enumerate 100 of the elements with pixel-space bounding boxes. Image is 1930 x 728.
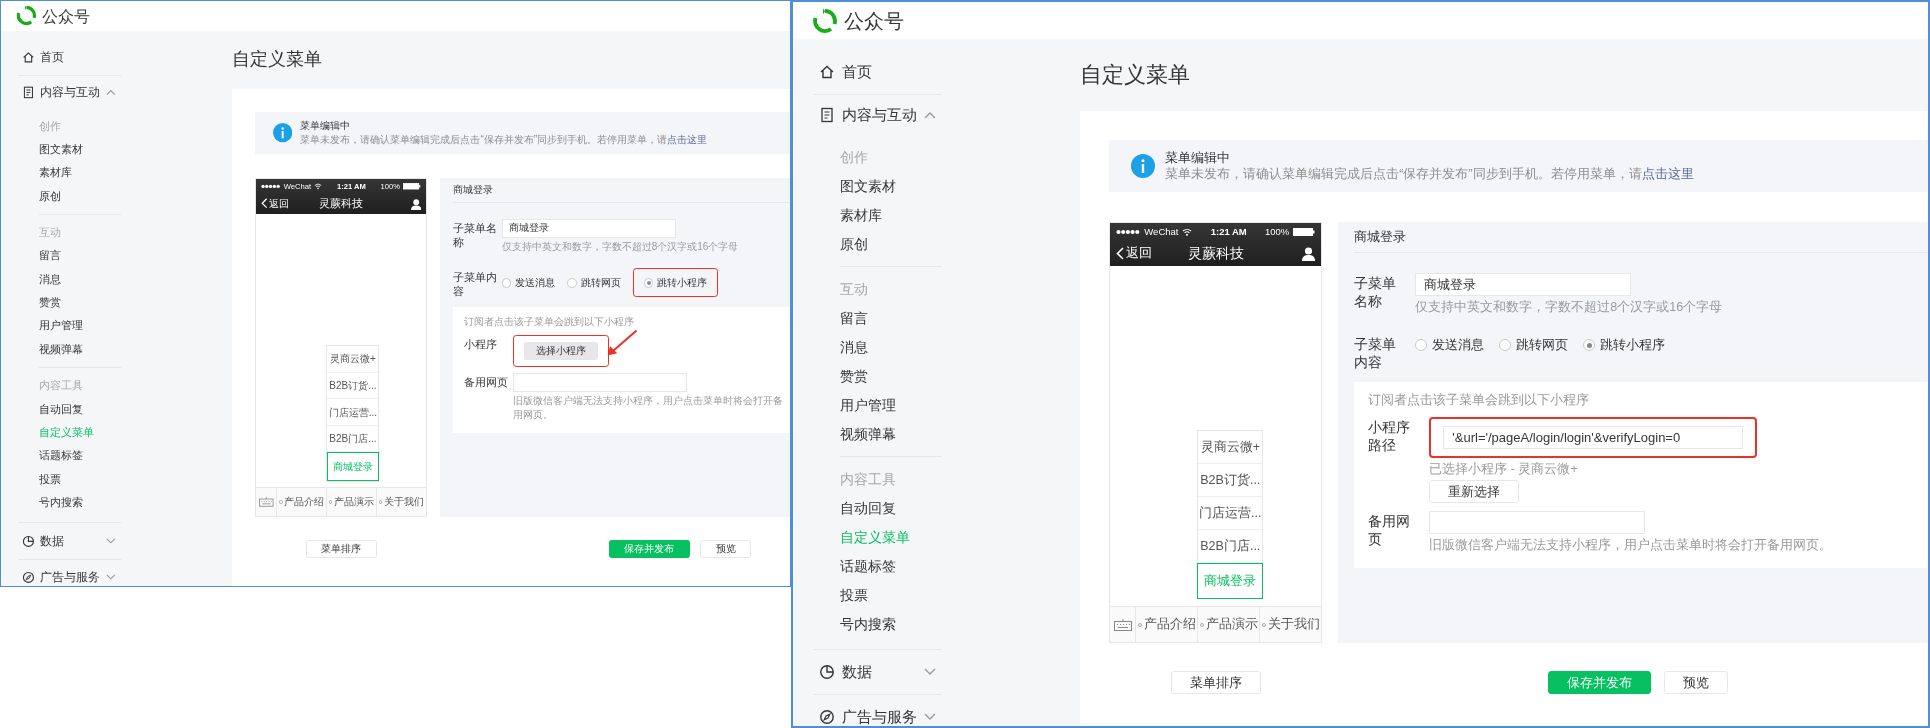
notice-title: 菜单编辑中 [1165, 149, 1232, 166]
radio-circle[interactable] [567, 277, 578, 288]
sidebar-item[interactable]: 号内搜索 [38, 490, 121, 515]
menu-tab[interactable]: 关于我们 [1260, 607, 1322, 642]
radio-option[interactable]: 跳转网页 [1499, 335, 1569, 355]
sidebar-item[interactable]: 话题标签 [38, 444, 121, 468]
sidebar-item[interactable]: 赞赏 [840, 362, 943, 391]
menu-tab[interactable]: 产品演示 [327, 488, 376, 516]
clock-text: 1:21 AM [1210, 224, 1247, 239]
chevron-left-icon [261, 198, 268, 209]
info-icon [273, 123, 293, 143]
sidebar-item[interactable]: 消息 [840, 333, 943, 362]
radio-circle[interactable] [1415, 339, 1428, 351]
notice-link[interactable]: 点击这里 [667, 134, 708, 145]
sort-button[interactable]: 菜单排序 [305, 539, 377, 558]
submenu-item[interactable]: B2B订货... [1198, 464, 1263, 497]
field-label: 小程序路径 [1368, 419, 1412, 455]
sidebar-item[interactable]: 消息 [38, 267, 121, 292]
submenu-item[interactable]: 门店运营... [327, 399, 379, 426]
keyboard-icon [259, 497, 274, 507]
reselect-button[interactable]: 重新选择 [1429, 480, 1520, 503]
field-label: 子菜单内容 [1354, 336, 1398, 372]
sidebar-item[interactable]: 赞赏 [38, 291, 121, 315]
sidebar-item[interactable]: 投票 [840, 581, 943, 610]
radio-circle[interactable] [1499, 339, 1512, 351]
sidebar-item[interactable]: 自动回复 [840, 494, 943, 523]
account-name: 灵蕨科技 [1187, 244, 1244, 263]
radio-option[interactable]: 发送消息 [501, 274, 556, 291]
radio-circle[interactable] [1583, 339, 1596, 351]
sidebar-item[interactable]: 广告与服务 [17, 559, 121, 586]
radio-option[interactable]: 跳转小程序 [643, 274, 708, 291]
pie-chart-icon [21, 534, 35, 548]
sidebar-item[interactable]: 用户管理 [840, 391, 943, 420]
submenu-item[interactable]: 灵商云微+ [327, 346, 379, 373]
document-icon [819, 107, 836, 123]
target-intro: 订阅者点击该子菜单会跳到以下小程序 [463, 314, 635, 329]
sort-button[interactable]: 菜单排序 [1170, 671, 1261, 694]
editor-title: 商城登录 [1354, 222, 1929, 253]
user-icon [410, 198, 421, 210]
editor-title: 商城登录 [452, 178, 791, 204]
menu-tab[interactable]: 关于我们 [376, 488, 426, 516]
sidebar-item[interactable]: 号内搜索 [840, 610, 943, 639]
sidebar-item[interactable]: 广告与服务 [814, 695, 943, 726]
back-button[interactable]: 返回 [261, 196, 290, 212]
sidebar-item[interactable]: 话题标签 [840, 552, 943, 581]
sidebar-item[interactable]: 数据 [17, 523, 121, 559]
sidebar-item[interactable]: 留言 [840, 304, 943, 333]
field-hint: 旧版微信客户端无法支持小程序，用户点击菜单时将会打开备用网页。 [1429, 537, 1834, 554]
sidebar-item[interactable]: 原创 [38, 184, 121, 209]
url-field[interactable] [512, 373, 687, 392]
sidebar-item[interactable]: 留言 [38, 244, 121, 268]
group-label: 内容工具 [38, 378, 84, 394]
sidebar-item[interactable]: 内容与互动 [814, 95, 943, 135]
radio-option[interactable]: 跳转网页 [567, 274, 622, 291]
submenu-item[interactable]: 门店运营... [1198, 497, 1263, 530]
sidebar-item[interactable]: 图文素材 [38, 138, 121, 162]
field-label: 备用网页 [1368, 513, 1412, 549]
sidebar-item[interactable]: 数据 [814, 650, 943, 694]
preview-button[interactable]: 预览 [700, 539, 752, 558]
page-title: 自定义菜单 [232, 47, 323, 71]
battery-icon [403, 183, 421, 190]
notice-text: 菜单未发布，请确认菜单编辑完成后点击“保存并发布”同步到手机。若停用菜单，请点击这里 [1165, 166, 1694, 183]
preview-button[interactable]: 预览 [1664, 671, 1729, 694]
menu-tab[interactable]: 产品介绍 [1136, 607, 1198, 642]
back-button[interactable]: 返回 [1116, 244, 1153, 263]
field-hint: 仅支持中英文和数字，字数不超过8个汉字或16个字母 [1415, 299, 1724, 316]
sidebar-item[interactable]: 图文素材 [840, 172, 943, 201]
radio-circle[interactable] [643, 277, 654, 288]
menu-tab[interactable]: 产品演示 [1198, 607, 1260, 642]
field-label: 子菜单内容 [452, 269, 497, 299]
logo-icon [16, 5, 38, 27]
submenu-item[interactable]: 灵商云微+ [1198, 431, 1263, 464]
keyboard-icon [1113, 618, 1132, 631]
sidebar-item[interactable]: 内容与互动 [17, 76, 121, 109]
select-button[interactable]: 选择小程序 [523, 341, 599, 361]
field-label: 小程序 [463, 336, 498, 352]
notice-link[interactable]: 点击这里 [1641, 167, 1694, 181]
sidebar-label: 内容与互动 [842, 104, 918, 125]
sidebar-item[interactable]: 视频弹幕 [38, 337, 121, 362]
name-field[interactable]: 商城登录 [501, 219, 676, 238]
sidebar-item[interactable]: 素材库 [840, 201, 943, 230]
sidebar-item[interactable]: 用户管理 [38, 314, 121, 338]
radio-option[interactable]: 跳转小程序 [1583, 335, 1666, 355]
radio-option[interactable]: 发送消息 [1415, 335, 1485, 355]
field-label: 子菜单名称 [1354, 275, 1398, 311]
sidebar-item[interactable]: 视频弹幕 [840, 420, 943, 449]
url-field[interactable] [1429, 511, 1646, 534]
menu-tab[interactable]: 产品介绍 [277, 488, 327, 516]
sidebar-item[interactable]: 自动回复 [38, 397, 121, 421]
radio-circle[interactable] [501, 277, 512, 288]
sidebar-item[interactable]: 首页 [17, 39, 121, 76]
sidebar-item[interactable]: 原创 [840, 230, 943, 259]
group-label: 互动 [38, 225, 62, 241]
sidebar-item[interactable]: 素材库 [38, 161, 121, 185]
signal-icon [261, 183, 281, 189]
path-field[interactable]: '&url='/pageA/login/login'&verifyLogin=0 [1443, 426, 1744, 449]
sidebar-item[interactable]: 投票 [38, 467, 121, 491]
submenu-item[interactable]: B2B订货... [327, 372, 379, 400]
name-field[interactable]: 商城登录 [1415, 273, 1632, 296]
sidebar-item[interactable]: 首页 [814, 50, 943, 94]
